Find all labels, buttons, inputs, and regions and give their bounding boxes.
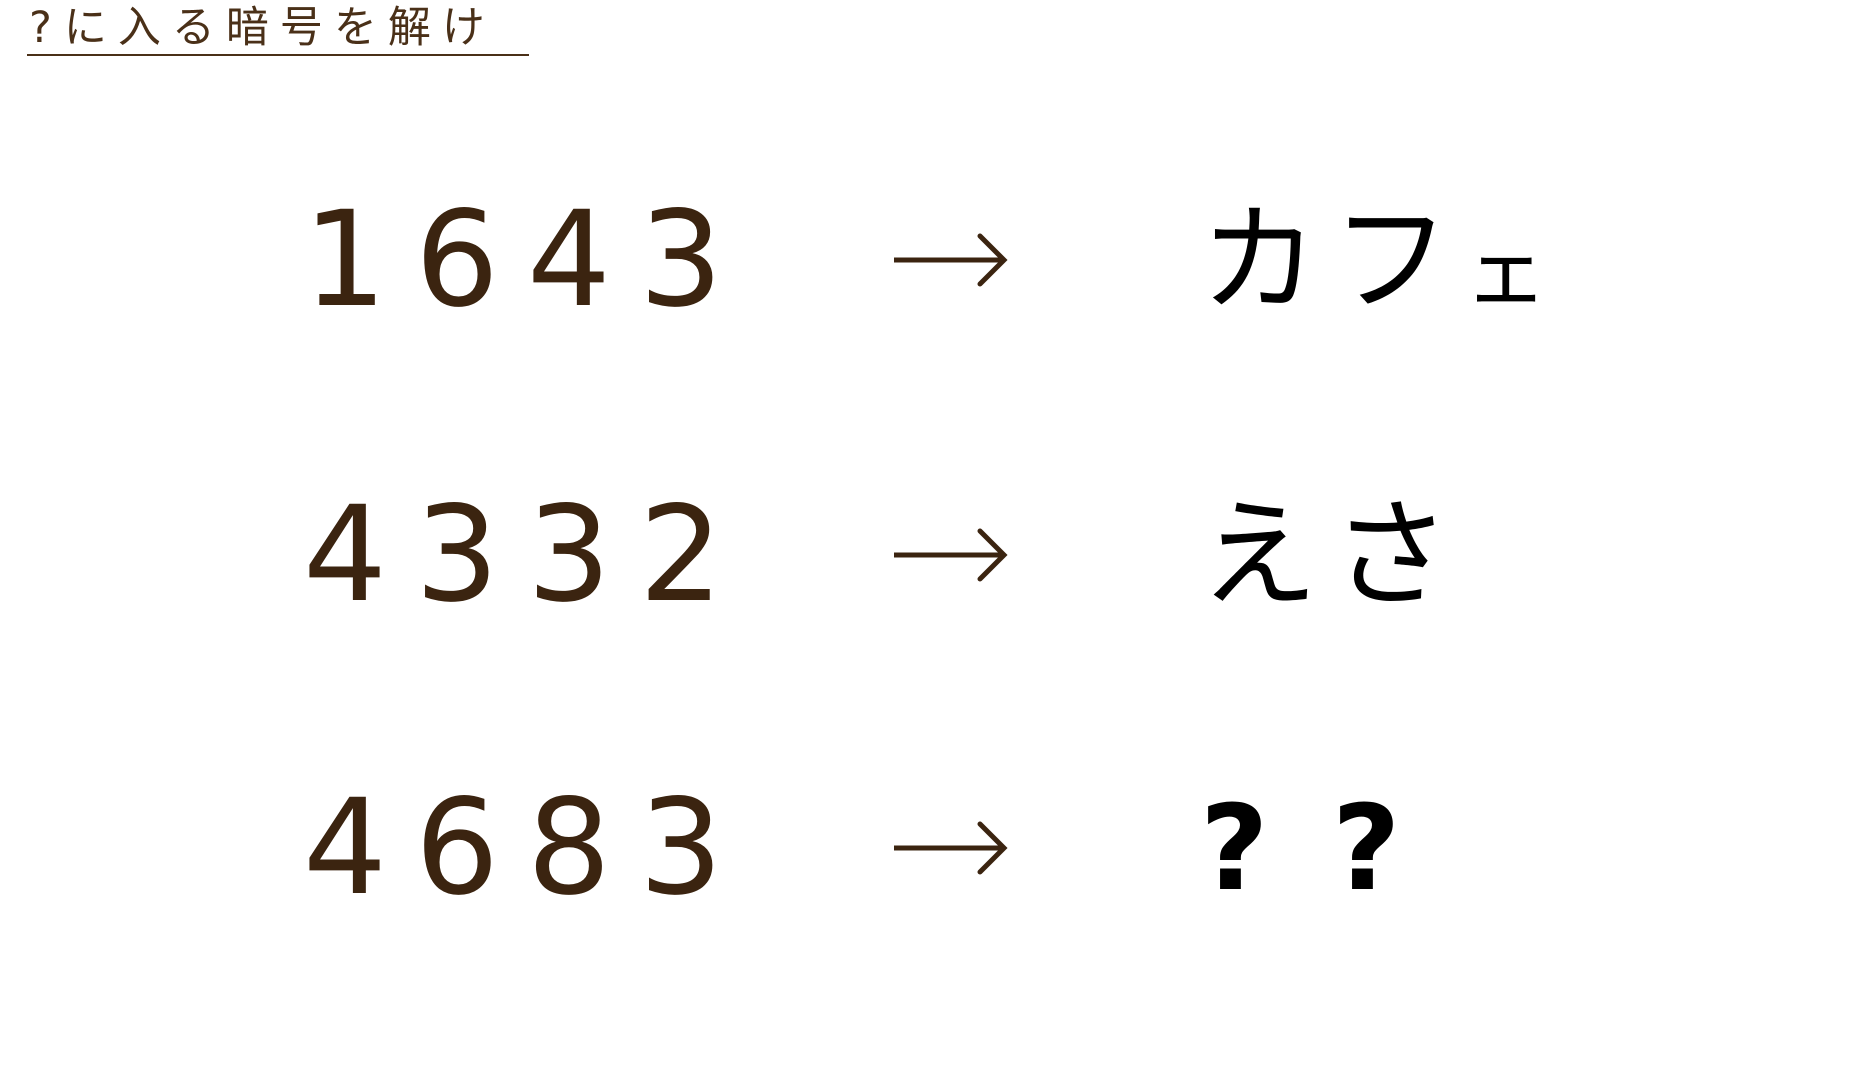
cipher-answer: ?? — [1200, 788, 1620, 908]
cipher-row: 1643 カフェ — [0, 183, 1870, 337]
answer-char: フ — [1332, 191, 1451, 329]
cipher-answer: カフェ — [1200, 191, 1620, 329]
cipher-row: 4332 えさ — [0, 478, 1870, 632]
puzzle-title: ?に入る暗号を解け — [27, 2, 529, 56]
answer-char: カ — [1200, 191, 1319, 329]
answer-char: ェ — [1464, 223, 1549, 321]
right-arrow-icon — [894, 233, 1008, 287]
cipher-code: 4332 — [303, 478, 751, 632]
unknown-answer-char: ? — [1332, 779, 1401, 917]
puzzle-title-text: ?に入る暗号を解け — [27, 3, 496, 53]
cipher-row: 4683 ?? — [0, 771, 1870, 925]
unknown-answer-char: ? — [1200, 779, 1269, 917]
right-arrow-icon — [894, 821, 1008, 875]
right-arrow-icon — [894, 528, 1008, 582]
cipher-answer: えさ — [1200, 495, 1620, 615]
answer-char: え — [1200, 486, 1319, 624]
cipher-code: 4683 — [303, 771, 751, 925]
answer-char: さ — [1332, 486, 1451, 624]
cipher-code: 1643 — [303, 183, 751, 337]
